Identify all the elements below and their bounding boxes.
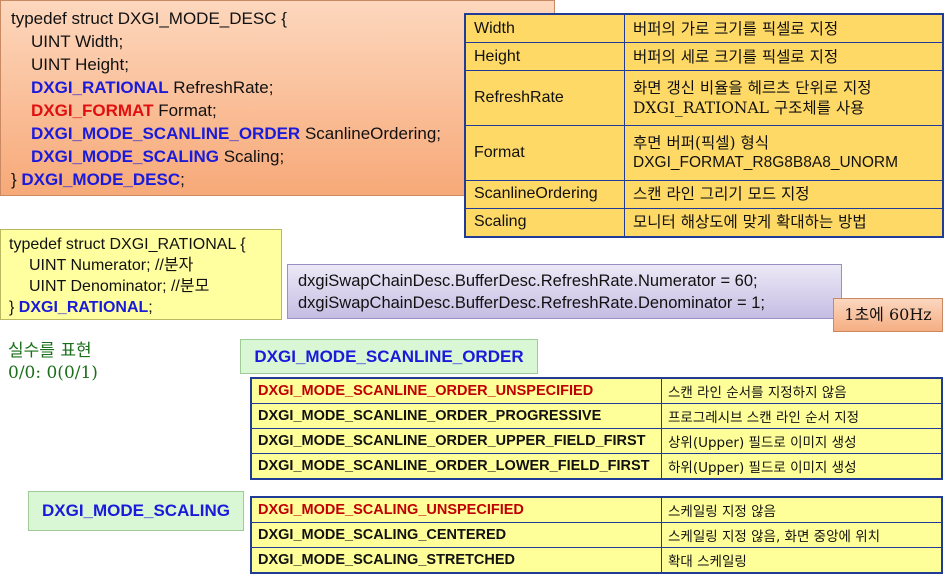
table-row: DXGI_MODE_SCANLINE_ORDER_LOWER_FIELD_FIR… [250,453,943,480]
enum-desc: 프로그레시브 스캔 라인 순서 지정 [661,403,943,429]
member-name: Format [464,124,625,181]
member-desc-text: DXGI_FORMAT_R8G8B8A8_UNORM [633,153,898,171]
type-keyword: DXGI_MODE_DESC [21,170,181,189]
member-desc: 화면 갱신 비율을 헤르츠 단위로 지정 DXGI_RATIONAL 구조체를 사… [624,70,944,126]
code-text: RefreshRate; [168,78,274,97]
enum-name: DXGI_MODE_SCALING_STRETCHED [250,547,662,574]
member-description-table: Width 버퍼의 가로 크기를 픽셀로 지정 Height 버퍼의 세로 크기를 … [464,13,944,238]
table-row: DXGI_MODE_SCANLINE_ORDER_UNSPECIFIED 스캔 라… [250,377,943,404]
table-row: DXGI_MODE_SCALING_UNSPECIFIED 스케일링 지정 않음 [250,496,943,523]
code-text: } [9,299,19,316]
code-text: Format; [153,101,217,120]
member-name: ScanlineOrdering [464,179,625,209]
table-row: Width 버퍼의 가로 크기를 픽셀로 지정 [464,13,944,44]
code-text: UINT Width; [31,32,124,51]
hz-label: 1초에 60Hz [833,298,943,332]
enum-name: DXGI_MODE_SCALING_CENTERED [250,522,662,548]
table-row: DXGI_MODE_SCALING_CENTERED 스케일링 지정 않음, 화면… [250,522,943,548]
member-desc: 버퍼의 세로 크기를 픽셀로 지정 [624,42,944,72]
type-keyword: DXGI_MODE_SCANLINE_ORDER [31,124,301,143]
code-line: dxgiSwapChainDesc.BufferDesc.RefreshRate… [298,272,758,290]
table-row: Format 후면 버퍼(픽셀) 형식 DXGI_FORMAT_R8G8B8A8_U… [464,124,944,181]
struct-rational-box: typedef struct DXGI_RATIONAL { UINT Nume… [0,229,282,320]
enum-desc: 확대 스케일링 [661,547,943,574]
table-row: DXGI_MODE_SCANLINE_ORDER_PROGRESSIVE 프로그레… [250,403,943,429]
scanline-order-table: DXGI_MODE_SCANLINE_ORDER_UNSPECIFIED 스캔 라… [250,377,943,480]
member-desc-text: 후면 버퍼(픽셀) 형식 [633,133,770,152]
table-row: RefreshRate 화면 갱신 비율을 헤르츠 단위로 지정 DXGI_RATI… [464,70,944,126]
refresh-rate-code-box: dxgiSwapChainDesc.BufferDesc.RefreshRate… [287,264,842,319]
table-row: DXGI_MODE_SCALING_STRETCHED 확대 스케일링 [250,547,943,574]
enum-name: DXGI_MODE_SCANLINE_ORDER_PROGRESSIVE [250,403,662,429]
code-line: UINT Numerator; //분자 [29,257,194,274]
scaling-table: DXGI_MODE_SCALING_UNSPECIFIED 스케일링 지정 않음 … [250,496,943,574]
code-text: } [11,170,22,189]
code-line: typedef struct DXGI_RATIONAL { [9,236,246,253]
type-keyword: DXGI_MODE_SCALING [31,147,219,166]
type-keyword: DXGI_RATIONAL [18,299,149,316]
table-row: DXGI_MODE_SCANLINE_ORDER_UPPER_FIELD_FIR… [250,428,943,454]
real-number-note: 실수를 표현 0/0: 0(0/1) [8,340,98,384]
code-line: } DXGI_RATIONAL; [9,297,273,318]
member-desc-text: 모니터 해상도에 맞게 확대하는 방법 [633,213,867,232]
type-keyword: DXGI_RATIONAL [31,78,169,97]
code-line: UINT Denominator; //분모 [29,278,210,295]
member-name: Height [464,42,625,72]
member-desc: 후면 버퍼(픽셀) 형식 DXGI_FORMAT_R8G8B8A8_UNORM [624,124,944,181]
member-desc: 버퍼의 가로 크기를 픽셀로 지정 [624,13,944,44]
scanline-order-header: DXGI_MODE_SCANLINE_ORDER [240,339,538,374]
table-row: ScanlineOrdering 스캔 라인 그리기 모드 지정 [464,179,944,209]
member-name: Scaling [464,207,625,238]
code-text: Scaling; [218,147,285,166]
member-desc: 스캔 라인 그리기 모드 지정 [624,179,944,209]
enum-desc: 상위(Upper) 필드로 이미지 생성 [661,428,943,454]
code-line: dxgiSwapChainDesc.BufferDesc.RefreshRate… [298,294,765,312]
type-keyword: DXGI_FORMAT [31,101,154,120]
enum-name: DXGI_MODE_SCANLINE_ORDER_LOWER_FIELD_FIR… [250,453,662,480]
member-desc-text: 버퍼의 가로 크기를 픽셀로 지정 [633,19,839,38]
enum-desc: 하위(Upper) 필드로 이미지 생성 [661,453,943,480]
table-row: Scaling 모니터 해상도에 맞게 확대하는 방법 [464,207,944,238]
code-text: ; [148,299,153,316]
enum-name: DXGI_MODE_SCANLINE_ORDER_UNSPECIFIED [250,377,662,404]
code-text: ; [180,170,185,189]
member-desc-text: 화면 갱신 비율을 헤르츠 단위로 지정 [633,79,872,98]
code-text: ScanlineOrdering; [300,124,442,143]
table-row: Height 버퍼의 세로 크기를 픽셀로 지정 [464,42,944,72]
member-name: RefreshRate [464,70,625,126]
enum-desc: 스케일링 지정 않음 [661,496,943,523]
member-name: Width [464,13,625,44]
enum-desc: 스케일링 지정 않음, 화면 중앙에 위치 [661,522,943,548]
note-line: 실수를 표현 [8,341,92,361]
enum-desc: 스캔 라인 순서를 지정하지 않음 [661,377,943,404]
code-text: UINT Height; [31,55,129,74]
member-desc-text: 스캔 라인 그리기 모드 지정 [633,185,810,204]
note-line: 0/0: 0(0/1) [8,363,98,383]
member-desc-text: DXGI_RATIONAL 구조체를 사용 [633,99,865,118]
code-text: typedef struct DXGI_MODE_DESC { [11,9,287,28]
member-desc-text: 버퍼의 세로 크기를 픽셀로 지정 [633,47,839,66]
member-desc: 모니터 해상도에 맞게 확대하는 방법 [624,207,944,238]
scaling-header: DXGI_MODE_SCALING [28,491,244,531]
enum-name: DXGI_MODE_SCANLINE_ORDER_UPPER_FIELD_FIR… [250,428,662,454]
enum-name: DXGI_MODE_SCALING_UNSPECIFIED [250,496,662,523]
